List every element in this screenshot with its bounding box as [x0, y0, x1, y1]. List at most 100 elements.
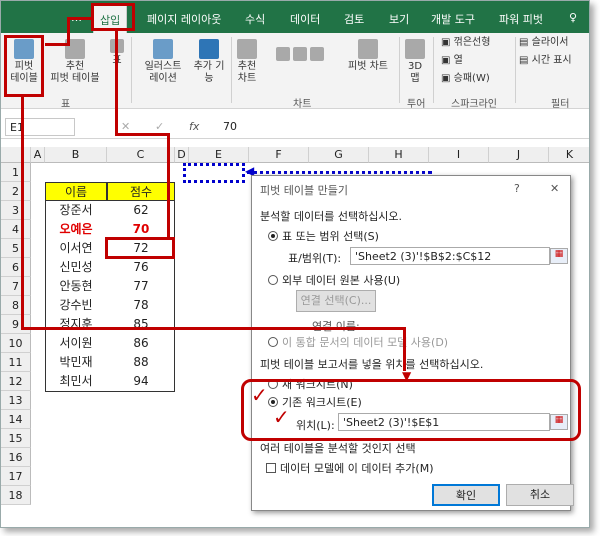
col-header-d[interactable]: D [175, 147, 189, 163]
col-header-e[interactable]: E [189, 147, 249, 163]
row-header[interactable]: 4 [1, 220, 31, 239]
table-cell-name[interactable]: 이서연 [45, 239, 107, 258]
addins-button[interactable]: 추가 기 능 [189, 39, 229, 85]
table-cell-name[interactable]: 최민서 [45, 372, 107, 391]
table-cell-name[interactable]: 신민성 [45, 258, 107, 277]
name-box[interactable]: E1 [5, 118, 75, 136]
range-input[interactable]: 'Sheet2 (3)'!$B$2:$C$12 [350, 247, 550, 265]
tab-view[interactable]: 보기 [389, 11, 409, 27]
table-cell-name[interactable]: 안동현 [45, 277, 107, 296]
close-icon[interactable]: ✕ [550, 182, 559, 195]
radio-data-model[interactable]: 이 통합 문서의 데이터 모델 사용(D) [268, 334, 448, 350]
col-header-b[interactable]: B [45, 147, 107, 163]
row-header[interactable]: 16 [1, 448, 31, 467]
table-cell-score[interactable]: 76 [107, 258, 175, 277]
recommended-charts-icon [237, 39, 257, 59]
3d-map-button[interactable]: 3D 맵 [403, 39, 427, 85]
chart-type-buttons[interactable] [265, 47, 335, 87]
table-cell-score[interactable]: 85 [107, 315, 175, 334]
row-header[interactable]: 10 [1, 334, 31, 353]
select-all-corner[interactable] [1, 147, 31, 163]
row-header[interactable]: 8 [1, 296, 31, 315]
row-header[interactable]: 3 [1, 201, 31, 220]
col-header-h[interactable]: H [369, 147, 429, 163]
timeline-button[interactable]: ▤ 시간 표시 [519, 55, 572, 67]
recommended-charts-button[interactable]: 추천 차트 [235, 39, 259, 85]
connection-name-label: 연결 이름: [312, 318, 360, 334]
radio-table-range[interactable]: 표 또는 범위 선택(S) [268, 228, 379, 244]
connector-line [67, 17, 70, 45]
tab-review[interactable]: 검토 [344, 11, 364, 27]
fx-icon[interactable]: fx [189, 120, 199, 133]
formula-input[interactable]: 70 [223, 120, 237, 133]
table-cell-name[interactable]: 장준서 [45, 201, 107, 220]
illustrations-button[interactable]: 일러스트 레이션 [139, 39, 187, 85]
pivot-chart-button[interactable]: 피벗 차트 [343, 39, 393, 73]
table-cell-name[interactable]: 오예은 [45, 220, 107, 239]
col-header-j[interactable]: J [489, 147, 549, 163]
col-header-c[interactable]: C [107, 147, 175, 163]
connector-line [403, 327, 406, 371]
col-header-k[interactable]: K [549, 147, 589, 163]
sparkline-line-button[interactable]: ▣ 꺾은선형 [441, 37, 490, 49]
formula-bar: E1 ✕ ✓ fx 70 [1, 115, 589, 139]
checkmark-icon: ✓ [273, 405, 290, 429]
add-data-model-checkbox[interactable]: 데이터 모델에 이 데이터 추가(M) [266, 460, 434, 476]
header-cell-score[interactable]: 점수 [107, 182, 175, 201]
table-cell-score[interactable]: 88 [107, 353, 175, 372]
radio-icon [268, 275, 278, 285]
row-header[interactable]: 14 [1, 410, 31, 429]
lightbulb-icon[interactable]: ♀ [569, 11, 577, 24]
tab-data[interactable]: 데이터 [290, 11, 320, 27]
slicer-button[interactable]: ▤ 슬라이서 [519, 37, 568, 49]
table-cell-score[interactable]: 78 [107, 296, 175, 315]
table-cell-name[interactable]: 강수빈 [45, 296, 107, 315]
row-header[interactable]: 13 [1, 391, 31, 410]
table-cell-name[interactable]: 박민재 [45, 353, 107, 372]
checkbox-icon [266, 463, 276, 473]
group-label-tour: 투어 [407, 99, 426, 110]
row-header[interactable]: 6 [1, 258, 31, 277]
row-header[interactable]: 12 [1, 372, 31, 391]
radio-selected-icon [268, 231, 278, 241]
cancel-icon[interactable]: ✕ [121, 120, 130, 133]
ribbon: 피벗 테이블 추천 피벗 테이블 표 표 일러스트 레이션 추가 기 능 추천 … [1, 33, 589, 110]
row-header[interactable]: 17 [1, 467, 31, 486]
help-button[interactable]: ? [514, 182, 520, 195]
range-picker-icon[interactable]: ▦ [550, 248, 568, 264]
col-header-g[interactable]: G [309, 147, 369, 163]
row-header[interactable]: 15 [1, 429, 31, 448]
table-cell-score[interactable]: 77 [107, 277, 175, 296]
connector-line [167, 133, 170, 239]
table-cell-score[interactable]: 62 [107, 201, 175, 220]
tab-power-pivot[interactable]: 파워 피벗 [499, 11, 543, 27]
sparkline-winloss-button[interactable]: ▣ 승패(W) [441, 73, 490, 85]
row-header[interactable]: 5 [1, 239, 31, 258]
sparkline-column-button[interactable]: ▣ 열 [441, 55, 463, 67]
row-header[interactable]: 2 [1, 182, 31, 201]
row-header[interactable]: 9 [1, 315, 31, 334]
tab-page-layout[interactable]: 페이지 레이아웃 [147, 11, 221, 27]
table-cell-name[interactable]: 서이원 [45, 334, 107, 353]
row-header[interactable]: 18 [1, 486, 31, 505]
radio-external[interactable]: 외부 데이터 원본 사용(U) [268, 272, 400, 288]
row-header[interactable]: 7 [1, 277, 31, 296]
ok-button[interactable]: 확인 [432, 484, 500, 506]
choose-connection-button[interactable]: 연결 선택(C)... [296, 290, 376, 312]
row-header[interactable]: 1 [1, 163, 31, 182]
enter-icon[interactable]: ✓ [155, 120, 164, 133]
header-cell-name[interactable]: 이름 [45, 182, 107, 201]
col-header-f[interactable]: F [249, 147, 309, 163]
row-header[interactable]: 11 [1, 353, 31, 372]
highlight-insert-tab [91, 3, 135, 31]
tab-developer[interactable]: 개발 도구 [431, 11, 475, 27]
col-header-a[interactable]: A [31, 147, 45, 163]
range-label: 표/범위(T): [288, 252, 342, 265]
radio-icon [268, 337, 278, 347]
table-cell-score[interactable]: 86 [107, 334, 175, 353]
table-cell-name[interactable]: 정지훈 [45, 315, 107, 334]
cancel-button[interactable]: 취소 [506, 484, 574, 506]
col-header-i[interactable]: I [429, 147, 489, 163]
table-cell-score[interactable]: 94 [107, 372, 175, 391]
tab-formulas[interactable]: 수식 [245, 11, 265, 27]
